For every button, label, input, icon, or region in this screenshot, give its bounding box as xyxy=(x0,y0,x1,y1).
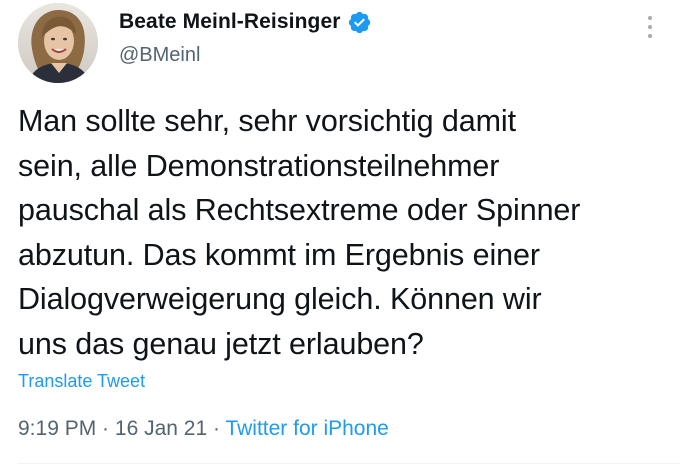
tweet-card: Beate Meinl-Reisinger @BMeinl Man sollte… xyxy=(0,0,680,474)
author-display-name[interactable]: Beate Meinl-Reisinger xyxy=(119,10,341,34)
avatar-photo xyxy=(18,3,98,83)
tweet-text: Man sollte sehr, sehr vorsichtig damit s… xyxy=(18,104,581,361)
author-name-row: Beate Meinl-Reisinger xyxy=(119,6,372,38)
translate-tweet-link[interactable]: Translate Tweet xyxy=(18,371,145,392)
more-dot xyxy=(648,25,652,29)
author-handle[interactable]: @BMeinl xyxy=(119,44,372,67)
tweet-source-link[interactable]: Twitter for iPhone xyxy=(225,417,388,440)
avatar[interactable] xyxy=(18,3,98,83)
meta-separator: · xyxy=(207,417,226,440)
author-block: Beate Meinl-Reisinger @BMeinl xyxy=(119,6,372,67)
divider xyxy=(18,463,680,464)
tweet-meta: 9:19 PM · 16 Jan 21 · Twitter for iPhone xyxy=(18,417,389,441)
more-dot xyxy=(648,34,652,38)
tweet-time[interactable]: 9:19 PM xyxy=(18,417,96,440)
more-options-button[interactable] xyxy=(636,10,664,44)
meta-separator: · xyxy=(96,417,115,440)
more-dots-icon xyxy=(648,16,652,20)
tweet-date[interactable]: 16 Jan 21 xyxy=(115,417,207,440)
verified-badge-icon xyxy=(347,10,372,35)
